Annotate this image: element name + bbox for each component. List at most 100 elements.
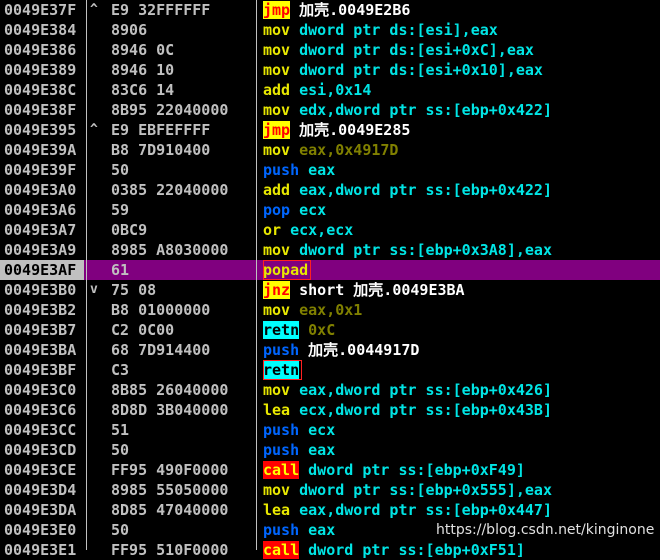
disasm-row[interactable]: 0049E3A9 8985 A8030000 mov dword ptr ss:[e… xyxy=(0,240,660,260)
instruction-cell: mov eax,0x1 xyxy=(263,300,362,320)
address-cell: 0049E3A9 xyxy=(4,241,77,259)
instruction-cell: jnz short 加壳.0049E3BA xyxy=(263,280,465,300)
operands: dword ptr ss:[ebp+0x555],eax xyxy=(299,481,552,499)
disasm-row[interactable]: 0049E3B2 B8 01000000 mov eax,0x1 xyxy=(0,300,660,320)
instruction-cell: mov edx,dword ptr ss:[ebp+0x422] xyxy=(263,100,552,120)
instruction-cell: jmp 加壳.0049E2B6 xyxy=(263,0,410,20)
disasm-row[interactable]: 0049E3C6 8D8D 3B040000 lea ecx,dword ptr s… xyxy=(0,400,660,420)
disasm-row[interactable]: 0049E3A0 0385 22040000 add eax,dword ptr s… xyxy=(0,180,660,200)
instruction-cell: add eax,dword ptr ss:[ebp+0x422] xyxy=(263,180,552,200)
disasm-row[interactable]: 0049E3CC 51 push ecx xyxy=(0,420,660,440)
operands: dword ptr ss:[ebp+0xF51] xyxy=(308,541,525,559)
disasm-row[interactable]: 0049E3CD 50 push eax xyxy=(0,440,660,460)
hex-dump-cell: 8D85 47040000 xyxy=(111,501,229,519)
mnemonic: mov xyxy=(263,481,291,499)
address-cell: 0049E3C0 xyxy=(4,381,77,399)
mnemonic: lea xyxy=(263,501,291,519)
hex-dump-cell: B8 01000000 xyxy=(111,301,211,319)
mnemonic: add xyxy=(263,81,291,99)
instruction-cell: mov dword ptr ds:[esi+0xC],eax xyxy=(263,40,534,60)
mnemonic: retn xyxy=(263,321,300,339)
hex-dump-cell: 0385 22040000 xyxy=(111,181,229,199)
mnemonic: push xyxy=(263,421,300,439)
operands: 加壳.0049E2B6 xyxy=(299,1,411,19)
operands: dword ptr ss:[ebp+0x3A8],eax xyxy=(299,241,552,259)
mnemonic: mov xyxy=(263,301,291,319)
operands: 0xC xyxy=(308,321,336,339)
hex-dump-cell: 61 xyxy=(111,261,130,279)
jump-arrow-icon: ^ xyxy=(90,122,98,137)
instruction-cell: pop ecx xyxy=(263,200,326,220)
operands: esi,0x14 xyxy=(299,81,372,99)
disasm-row[interactable]: 0049E386 8946 0C mov dword ptr ds:[esi+0xC… xyxy=(0,40,660,60)
disasm-row[interactable]: 0049E3BF C3 retn xyxy=(0,360,660,380)
disasm-row[interactable]: 0049E3A7 0BC9 or ecx,ecx xyxy=(0,220,660,240)
hex-dump-cell: 0BC9 xyxy=(111,221,148,239)
disasm-row[interactable]: 0049E3B7 C2 0C00 retn 0xC xyxy=(0,320,660,340)
disasm-row[interactable]: 0049E39A B8 7D910400 mov eax,0x4917D xyxy=(0,140,660,160)
operands: ecx,ecx xyxy=(290,221,354,239)
mnemonic: popad xyxy=(263,261,309,279)
column-separator xyxy=(86,0,87,550)
address-cell: 0049E39A xyxy=(4,141,77,159)
mnemonic: lea xyxy=(263,401,291,419)
disassembly-listing[interactable]: 0049E37F ^ E9 32FFFFFF jmp 加壳.0049E2B6 0049E… xyxy=(0,0,660,559)
hex-dump-cell: 8906 xyxy=(111,21,148,39)
disasm-row[interactable]: 0049E38F 8B95 22040000 mov edx,dword ptr s… xyxy=(0,100,660,120)
instruction-cell: push ecx xyxy=(263,420,335,440)
instruction-cell: jmp 加壳.0049E285 xyxy=(263,120,410,140)
mnemonic: push xyxy=(263,341,300,359)
hex-dump-cell: FF95 510F0000 xyxy=(111,541,229,559)
disasm-row[interactable]: 0049E3C0 8B85 26040000 mov eax,dword ptr s… xyxy=(0,380,660,400)
operands: eax xyxy=(308,441,336,459)
hex-dump-cell: FF95 490F0000 xyxy=(111,461,229,479)
disasm-row[interactable]: 0049E395 ^ E9 EBFEFFFF jmp 加壳.0049E285 xyxy=(0,120,660,140)
mnemonic: push xyxy=(263,161,300,179)
disasm-row[interactable]: 0049E39F 50 push eax xyxy=(0,160,660,180)
operands: 加壳.0049E285 xyxy=(299,121,411,139)
address-cell: 0049E3E0 xyxy=(4,521,77,539)
mnemonic: push xyxy=(263,521,300,539)
address-cell: 0049E3B0 xyxy=(4,281,77,299)
hex-dump-cell: E9 EBFEFFFF xyxy=(111,121,211,139)
instruction-cell: push eax xyxy=(263,160,335,180)
instruction-cell: push eax xyxy=(263,440,335,460)
mnemonic: mov xyxy=(263,141,291,159)
mnemonic: call xyxy=(263,541,300,559)
disasm-row[interactable]: 0049E3DA 8D85 47040000 lea eax,dword ptr s… xyxy=(0,500,660,520)
address-cell: 0049E3B2 xyxy=(4,301,77,319)
disasm-row[interactable]: 0049E37F ^ E9 32FFFFFF jmp 加壳.0049E2B6 xyxy=(0,0,660,20)
disasm-row[interactable]: 0049E3BA 68 7D914400 push 加壳.0044917D xyxy=(0,340,660,360)
hex-dump-cell: 8985 55050000 xyxy=(111,481,229,499)
address-cell: 0049E3CC xyxy=(4,421,77,439)
mnemonic: mov xyxy=(263,241,291,259)
hex-dump-cell: 8B95 22040000 xyxy=(111,101,229,119)
instruction-cell: retn xyxy=(263,360,303,380)
operands: eax xyxy=(308,521,336,539)
operands: short 加壳.0049E3BA xyxy=(299,281,465,299)
instruction-cell: mov dword ptr ss:[ebp+0x3A8],eax xyxy=(263,240,552,260)
instruction-cell: mov dword ptr ss:[ebp+0x555],eax xyxy=(263,480,552,500)
operands: edx,dword ptr ss:[ebp+0x422] xyxy=(299,101,552,119)
instruction-cell: mov eax,dword ptr ss:[ebp+0x426] xyxy=(263,380,552,400)
operands: eax,dword ptr ss:[ebp+0x447] xyxy=(299,501,552,519)
hex-dump-cell: 50 xyxy=(111,441,130,459)
disasm-row[interactable]: 0049E3CE FF95 490F0000 call dword ptr ss:[… xyxy=(0,460,660,480)
disasm-row[interactable]: 0049E38C 83C6 14 add esi,0x14 xyxy=(0,80,660,100)
mnemonic: push xyxy=(263,441,300,459)
disasm-row[interactable]: 0049E384 8906 mov dword ptr ds:[esi],eax xyxy=(0,20,660,40)
address-cell: 0049E37F xyxy=(4,1,77,19)
disasm-row[interactable]: 0049E3AF 61 popad xyxy=(0,260,660,280)
instruction-cell: retn 0xC xyxy=(263,320,335,340)
disasm-row[interactable]: 0049E3D4 8985 55050000 mov dword ptr ss:[e… xyxy=(0,480,660,500)
disasm-row[interactable]: 0049E3A6 59 pop ecx xyxy=(0,200,660,220)
disasm-row[interactable]: 0049E3B0 v 75 08 jnz short 加壳.0049E3BA xyxy=(0,280,660,300)
disasm-row[interactable]: 0049E389 8946 10 mov dword ptr ds:[esi+0x1… xyxy=(0,60,660,80)
operands: 加壳.0044917D xyxy=(308,341,420,359)
disasm-row[interactable]: 0049E3E1 FF95 510F0000 call dword ptr ss:[… xyxy=(0,540,660,560)
mnemonic: call xyxy=(263,461,300,479)
hex-dump-cell: 51 xyxy=(111,421,130,439)
instruction-cell: mov dword ptr ds:[esi+0x10],eax xyxy=(263,60,543,80)
hex-dump-cell: C3 xyxy=(111,361,130,379)
mnemonic: mov xyxy=(263,61,291,79)
